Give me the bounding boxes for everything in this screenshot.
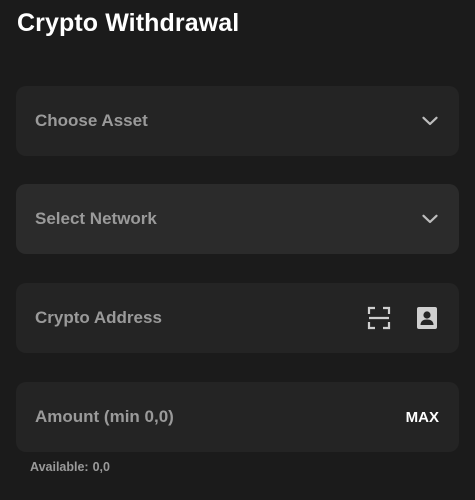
crypto-address-input[interactable] xyxy=(35,308,344,328)
address-book-icon[interactable] xyxy=(414,305,440,331)
crypto-address-field[interactable] xyxy=(16,283,459,353)
choose-asset-select[interactable]: Choose Asset xyxy=(16,86,459,156)
chevron-down-icon xyxy=(422,214,438,224)
amount-input[interactable] xyxy=(35,407,406,427)
amount-field[interactable]: MAX xyxy=(16,382,459,452)
select-network-select[interactable]: Select Network xyxy=(16,184,459,254)
qr-scan-icon[interactable] xyxy=(366,305,392,331)
available-label: Available: xyxy=(30,460,89,474)
chevron-down-icon xyxy=(422,116,438,126)
available-value: 0,0 xyxy=(92,460,110,474)
select-network-label: Select Network xyxy=(35,209,157,228)
page-title: Crypto Withdrawal xyxy=(17,9,240,37)
max-button[interactable]: MAX xyxy=(406,409,439,426)
choose-asset-label: Choose Asset xyxy=(35,111,148,130)
available-balance: Available: 0,0 xyxy=(30,460,110,474)
